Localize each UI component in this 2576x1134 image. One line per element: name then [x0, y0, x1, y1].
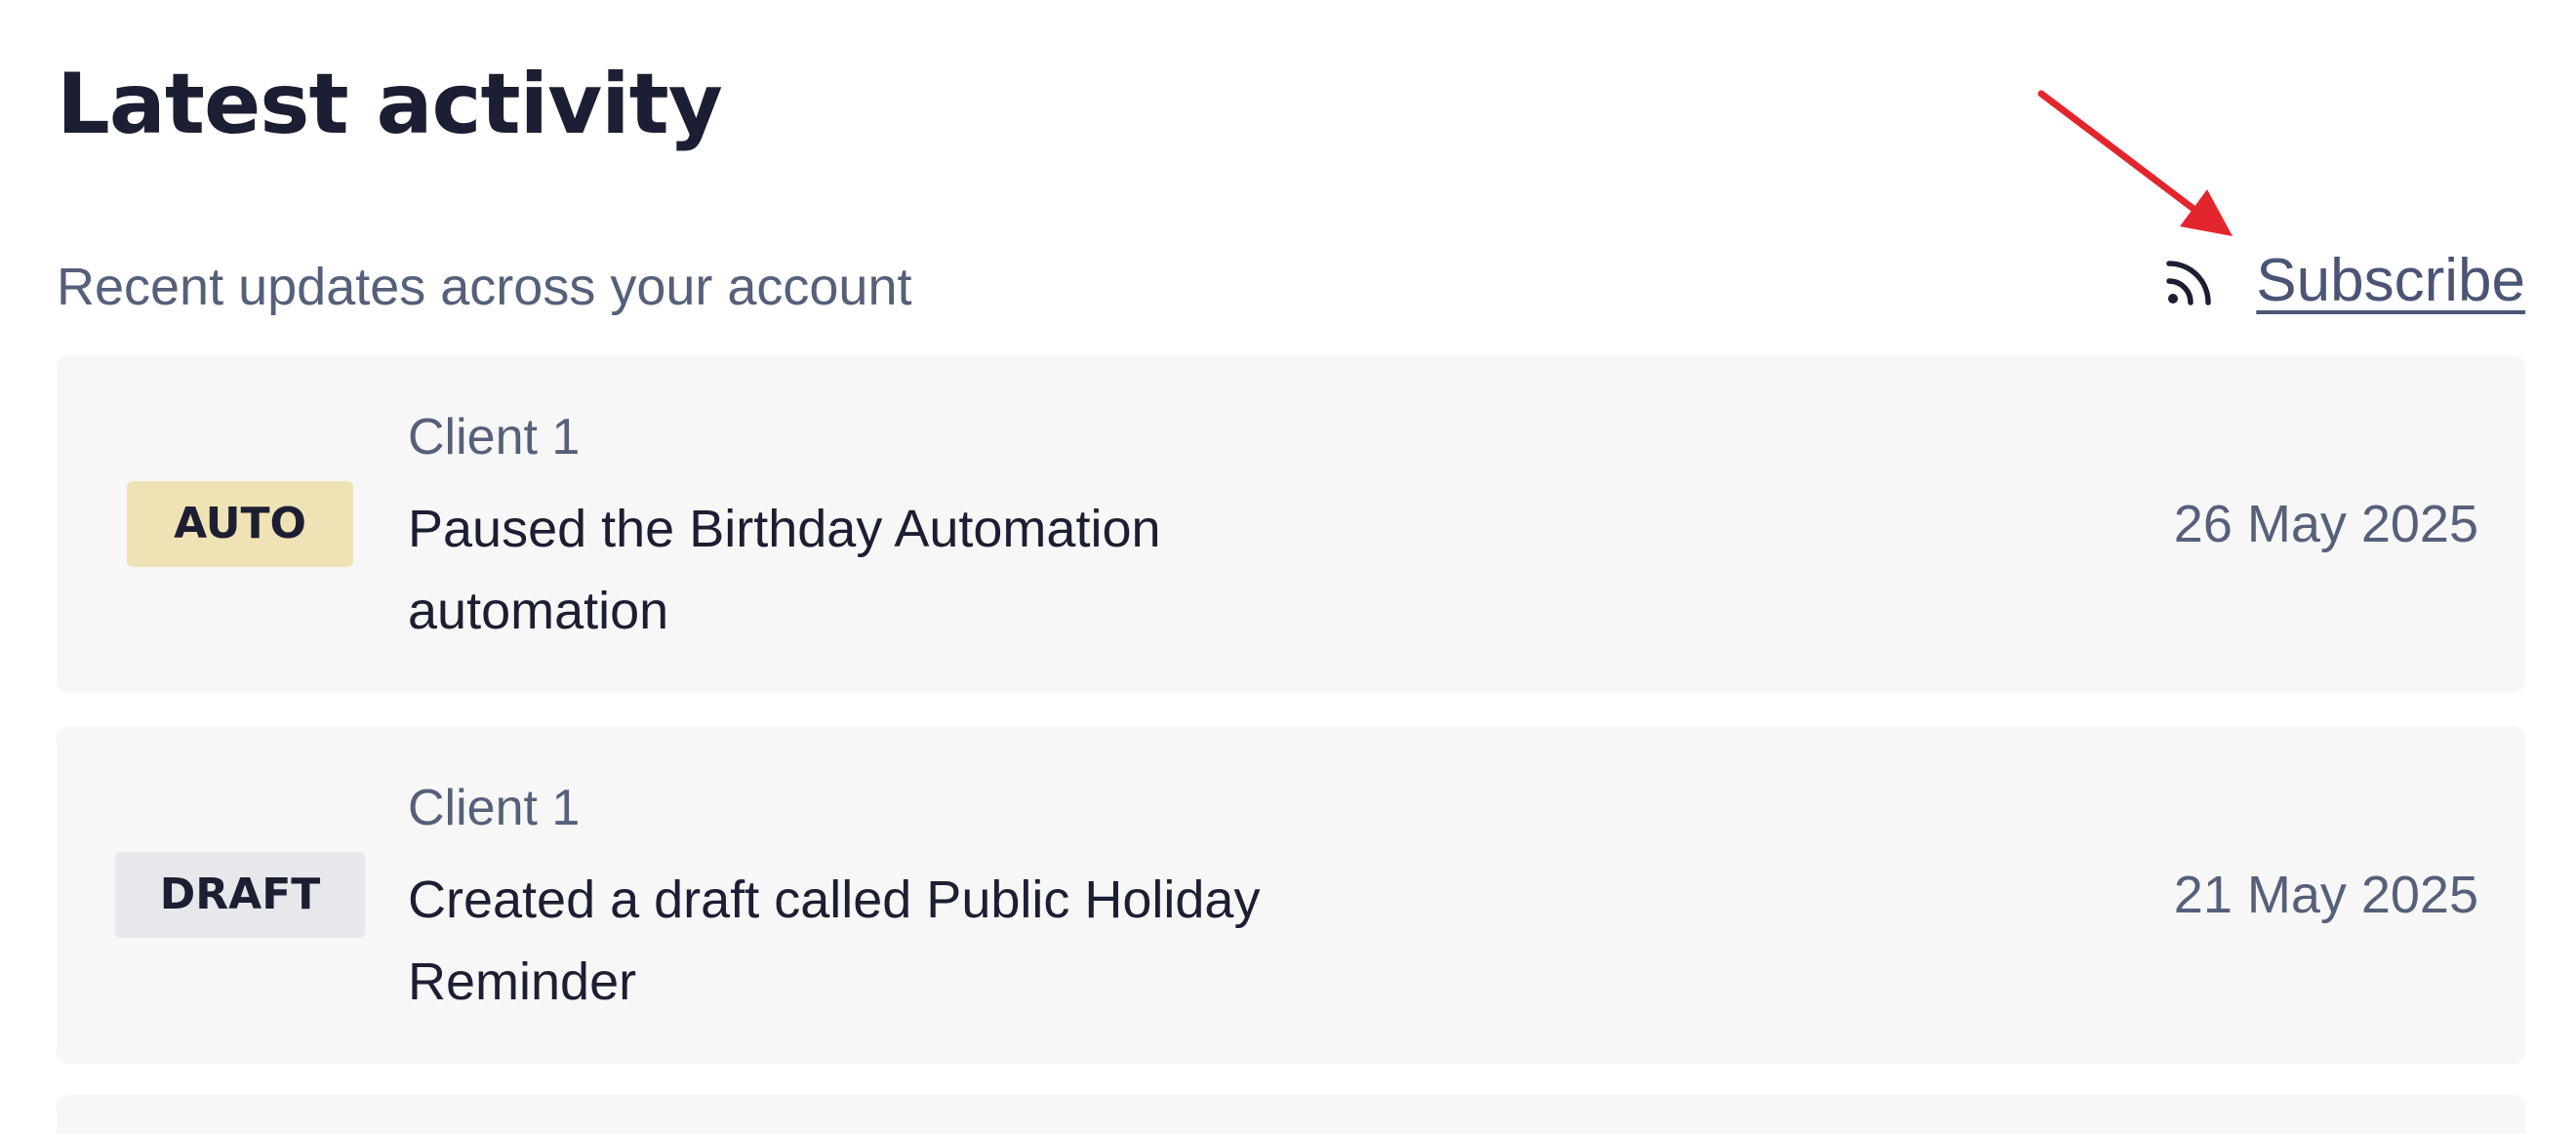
activity-card[interactable]: AUTO Client 1 Paused the Birthday Automa…: [57, 355, 2525, 693]
activity-date: 26 May 2025: [2173, 495, 2478, 553]
activity-card-body: Client 1 Created a draft called Public H…: [408, 777, 1384, 1023]
client-name: Client 1: [408, 409, 581, 466]
client-name: Client 1: [408, 780, 581, 836]
activity-date: 21 May 2025: [2173, 866, 2478, 924]
page-subtitle: Recent updates across your account: [57, 258, 912, 316]
activity-list: AUTO Client 1 Paused the Birthday Automa…: [57, 355, 2525, 1097]
page-title: Latest activity: [57, 56, 723, 153]
subscribe-link[interactable]: Subscribe: [2164, 246, 2525, 316]
activity-description: Created a draft called Public Holiday Re…: [408, 871, 1261, 1011]
rss-icon: [2164, 255, 2217, 307]
status-badge: AUTO: [127, 481, 353, 567]
status-badge: DRAFT: [115, 852, 365, 938]
activity-description: Paused the Birthday Automation automatio…: [408, 500, 1161, 640]
annotation-arrow-icon: [2020, 78, 2244, 244]
activity-card-body: Client 1 Paused the Birthday Automation …: [408, 406, 1384, 652]
activity-card[interactable]: DRAFT Client 1 Created a draft called Pu…: [57, 726, 2525, 1064]
subscribe-label: Subscribe: [2256, 247, 2525, 314]
activity-card-partial: [57, 1095, 2525, 1134]
